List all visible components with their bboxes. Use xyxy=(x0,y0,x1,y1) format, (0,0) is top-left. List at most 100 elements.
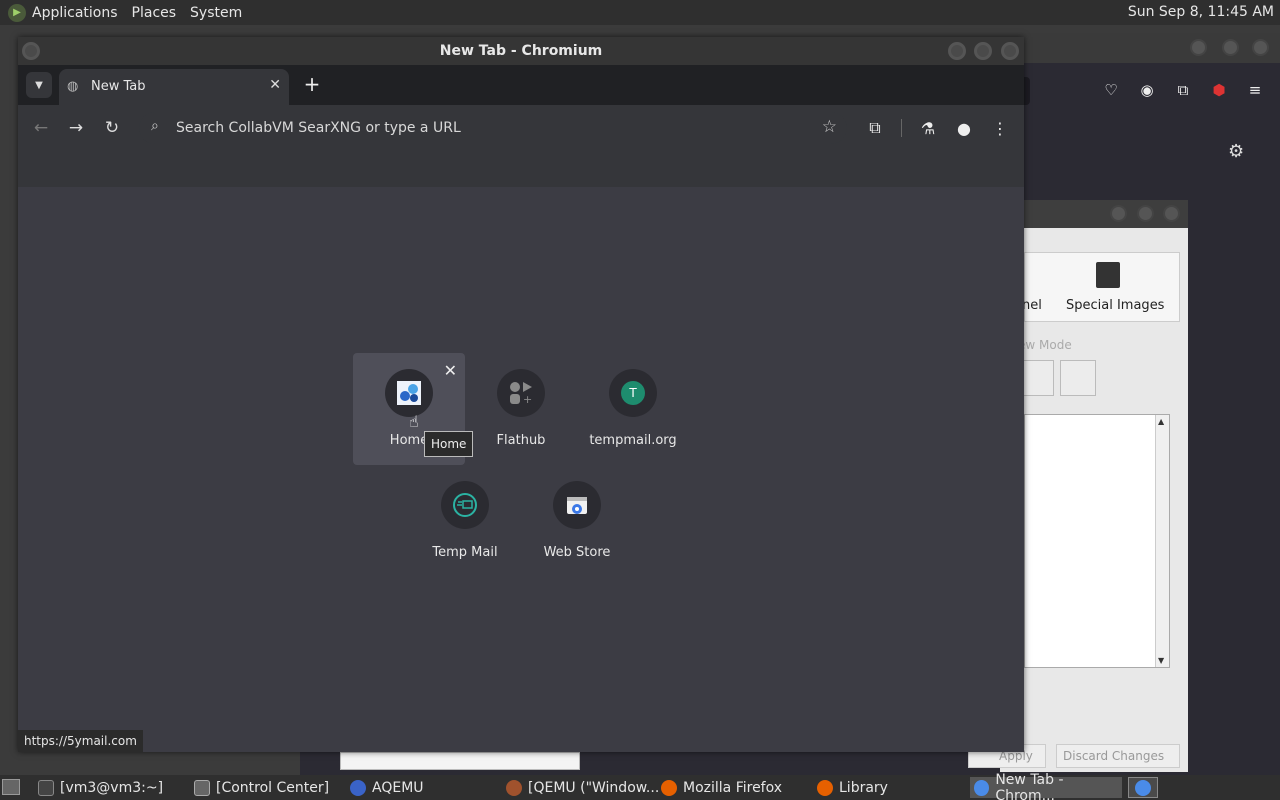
close-window-button[interactable] xyxy=(1001,42,1019,60)
shortcut-name: Temp Mail xyxy=(432,545,498,560)
cc-panel-label[interactable]: nel xyxy=(1022,298,1042,313)
system-menu[interactable]: System xyxy=(190,5,242,21)
svg-text:+: + xyxy=(523,393,532,406)
hamburger-menu-icon[interactable]: ≡ xyxy=(1246,81,1264,99)
places-menu[interactable]: Places xyxy=(132,5,177,21)
back-button[interactable]: ← xyxy=(30,117,52,139)
clock[interactable]: Sun Sep 8, 11:45 AM xyxy=(1128,4,1274,20)
new-tab-button[interactable]: + xyxy=(300,72,324,96)
control-center-titlebar xyxy=(1000,200,1188,228)
new-tab-page: Home ✕ + Flathub T tempmail.org Temp Mai… xyxy=(18,187,1024,752)
scroll-up-icon[interactable]: ▲ xyxy=(1158,417,1164,426)
task-control-center[interactable]: [Control Center] xyxy=(194,777,329,798)
window-title: New Tab - Chromium xyxy=(439,43,603,59)
hand-cursor-icon: ☝ xyxy=(409,412,419,431)
close-tab-icon[interactable]: ✕ xyxy=(269,77,281,93)
toolbar-extension-area xyxy=(18,151,1024,187)
close-button[interactable] xyxy=(1252,39,1269,56)
omnibox[interactable]: ⌕ Search CollabVM SearXNG or type a URL … xyxy=(139,112,847,144)
cc-maximize-button[interactable] xyxy=(1137,205,1154,222)
task-chromium[interactable]: New Tab - Chrom... xyxy=(970,772,1122,800)
shortcut-name: Web Store xyxy=(543,545,611,560)
task-label: Library xyxy=(839,779,888,796)
aqemu-icon xyxy=(350,779,366,796)
ublock-icon[interactable]: ⬢ xyxy=(1210,81,1228,99)
account-icon[interactable]: ◉ xyxy=(1138,81,1156,99)
task-label: Mozilla Firefox xyxy=(683,779,783,796)
task-chromium-small[interactable] xyxy=(1128,777,1158,798)
globe-icon: ◍ xyxy=(67,79,79,94)
kebab-menu-icon[interactable]: ⋮ xyxy=(989,117,1011,139)
minimize-button[interactable] xyxy=(948,42,966,60)
temp-mail-icon xyxy=(441,481,489,529)
tab-label: New Tab xyxy=(91,79,146,94)
task-mozilla-firefox[interactable]: Mozilla Firefox xyxy=(661,777,782,798)
task-label: AQEMU xyxy=(372,779,424,796)
task-library[interactable]: Library xyxy=(817,777,888,798)
shortcut-tempmail-org[interactable]: T tempmail.org xyxy=(577,353,689,465)
tab-search-button[interactable]: ▼ xyxy=(26,72,52,98)
bookmark-star-icon[interactable]: ☆ xyxy=(822,117,837,137)
scroll-down-icon[interactable]: ▼ xyxy=(1158,656,1164,665)
shortcut-web-store[interactable]: Web Store xyxy=(521,465,633,577)
top-panel: ▶ Applications Places System Sun Sep 8, … xyxy=(0,0,1280,25)
chromium-icon xyxy=(1135,779,1151,796)
discard-changes-button[interactable]: Discard Changes xyxy=(1056,744,1180,768)
forward-button[interactable]: → xyxy=(65,117,87,139)
extensions-icon[interactable]: ⧉ xyxy=(864,117,886,139)
web-store-icon xyxy=(553,481,601,529)
shortcut-name: tempmail.org xyxy=(589,433,677,448)
task-aqemu[interactable]: AQEMU xyxy=(350,777,424,798)
shortcut-name: Flathub xyxy=(496,433,546,448)
remove-shortcut-icon[interactable]: ✕ xyxy=(444,361,457,380)
shortcut-temp-mail[interactable]: Temp Mail xyxy=(409,465,521,577)
tooltip: Home xyxy=(424,431,474,457)
extensions-icon[interactable]: ⧉ xyxy=(1174,81,1192,99)
task-label: [vm3@vm3:~] xyxy=(60,779,164,796)
shortcut-flathub[interactable]: + Flathub xyxy=(465,353,577,465)
cc-list-box[interactable]: ▲ ▼ xyxy=(1024,414,1170,668)
qemu-icon xyxy=(506,779,522,796)
letter-t-icon: T xyxy=(609,369,657,417)
chromium-window: New Tab - Chromium ▼ ◍ New Tab ✕ + ← → ↻… xyxy=(18,37,1024,752)
letter-badge: T xyxy=(621,381,645,405)
browser-toolbar: ← → ↻ ⌕ Search CollabVM SearXNG or type … xyxy=(18,105,1024,151)
home-site-icon xyxy=(385,369,433,417)
cc-scrollbar[interactable]: ▲ ▼ xyxy=(1155,415,1169,667)
tab-strip: ▼ ◍ New Tab ✕ + xyxy=(18,65,1024,105)
status-bubble-url: https://5ymail.com xyxy=(18,730,143,752)
distro-logo-icon[interactable]: ▶ xyxy=(8,3,26,22)
task-terminal[interactable]: [vm3@vm3:~] xyxy=(38,777,163,798)
discard-label: Discard Changes xyxy=(1063,749,1165,763)
pocket-icon[interactable]: ♡ xyxy=(1102,81,1120,99)
labs-flask-icon[interactable]: ⚗ xyxy=(917,117,939,139)
tab-new-tab[interactable]: ◍ New Tab ✕ xyxy=(59,69,289,105)
firefox-icon xyxy=(817,779,833,796)
minimize-button[interactable] xyxy=(1190,39,1207,56)
show-desktop-button[interactable] xyxy=(2,779,20,795)
reload-button[interactable]: ↻ xyxy=(101,117,123,139)
maximize-button[interactable] xyxy=(974,42,992,60)
flathub-icon: + xyxy=(497,369,545,417)
toolbar-separator xyxy=(901,119,902,137)
special-images-icon[interactable] xyxy=(1096,262,1120,288)
cc-minimize-button[interactable] xyxy=(1110,205,1127,222)
task-label: [QEMU ("Window... xyxy=(528,779,660,796)
applications-menu[interactable]: Applications xyxy=(32,5,118,21)
settings-gear-icon[interactable]: ⚙ xyxy=(1228,141,1244,162)
control-center-icon xyxy=(194,779,210,796)
search-icon: ⌕ xyxy=(151,118,159,134)
maximize-button[interactable] xyxy=(1222,39,1239,56)
terminal-icon xyxy=(38,779,54,796)
list-view-button[interactable] xyxy=(1060,360,1096,396)
background-input-field[interactable] xyxy=(340,752,580,770)
taskbar: [vm3@vm3:~] [Control Center] AQEMU [QEMU… xyxy=(0,772,1280,800)
chromium-titlebar: New Tab - Chromium xyxy=(18,37,1024,65)
omnibox-placeholder: Search CollabVM SearXNG or type a URL xyxy=(176,120,461,136)
chromium-icon xyxy=(974,779,990,796)
profile-icon[interactable]: ● xyxy=(953,117,975,139)
view-mode-label: ew Mode xyxy=(1018,338,1072,352)
cc-close-button[interactable] xyxy=(1163,205,1180,222)
special-images-label[interactable]: Special Images xyxy=(1066,298,1164,313)
task-qemu[interactable]: [QEMU ("Window... xyxy=(506,777,659,798)
